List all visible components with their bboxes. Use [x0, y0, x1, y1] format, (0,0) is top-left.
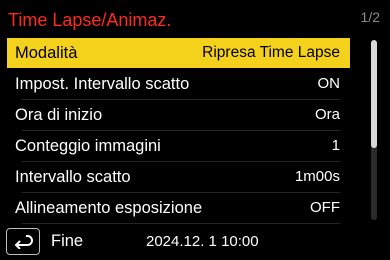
menu-item-label: Conteggio immagini [15, 137, 161, 155]
menu-item-label: Impost. Intervallo scatto [15, 75, 190, 93]
menu-item-value: 1m00s [294, 168, 340, 185]
menu-item-label: Intervallo scatto [15, 168, 131, 186]
menu-item-value: 1 [331, 137, 340, 154]
row-divider [22, 223, 340, 224]
menu-item-label: Modalità [15, 44, 78, 62]
menu-item-impost-intervallo-scatto[interactable]: Impost. Intervallo scatto ON [7, 69, 350, 100]
return-arrow-icon [14, 235, 33, 249]
menu-item-label: Allineamento esposizione [15, 199, 203, 217]
menu-item-value: ON [317, 75, 341, 92]
scrollbar[interactable] [371, 40, 377, 220]
camera-menu-screen: Time Lapse/Animaz. 1/2 Modalità Ripresa … [0, 0, 390, 260]
menu-item-intervallo-scatto[interactable]: Intervallo scatto 1m00s [7, 162, 350, 193]
footer-label: Fine [51, 232, 84, 250]
back-button[interactable] [6, 228, 40, 255]
menu-item-label: Ora di inizio [15, 106, 103, 124]
footer-bar: Fine 2024.12. 1 10:00 [0, 227, 390, 260]
menu-item-value: Ripresa Time Lapse [202, 44, 340, 61]
menu-item-value: OFF [310, 199, 340, 216]
scrollbar-thumb[interactable] [371, 40, 377, 148]
menu-item-ora-di-inizio[interactable]: Ora di inizio Ora [7, 100, 350, 131]
menu-item-allineamento-esposizione[interactable]: Allineamento esposizione OFF [7, 193, 350, 224]
date-time-display: 2024.12. 1 10:00 [146, 233, 259, 250]
menu-title: Time Lapse/Animaz. [8, 10, 172, 30]
menu-item-modalita[interactable]: Modalità Ripresa Time Lapse [7, 38, 350, 68]
menu-item-conteggio-immagini[interactable]: Conteggio immagini 1 [7, 131, 350, 162]
page-indicator: 1/2 [360, 9, 380, 25]
menu-list: Modalità Ripresa Time Lapse Impost. Inte… [7, 38, 350, 224]
menu-item-value: Ora [314, 106, 340, 123]
